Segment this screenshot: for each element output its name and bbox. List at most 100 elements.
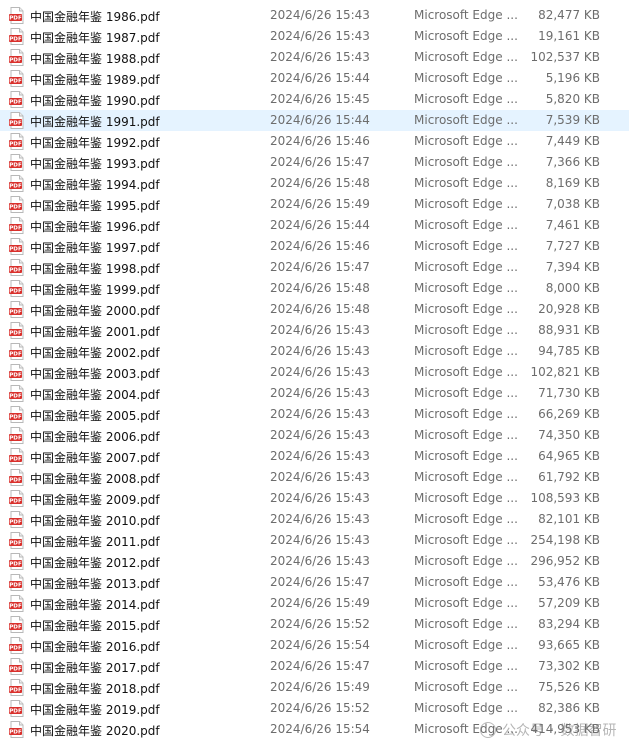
file-row[interactable]: PDF 中国金融年鉴 1987.pdf 2024/6/26 15:43 Microso…: [0, 26, 629, 47]
file-date-modified: 2024/6/26 15:43: [270, 512, 370, 526]
file-size: 20,928 KB: [538, 302, 600, 316]
file-name: 中国金融年鉴 2006.pdf: [30, 430, 160, 444]
file-row[interactable]: PDF 中国金融年鉴 2004.pdf 2024/6/26 15:43 Microso…: [0, 383, 629, 404]
pdf-file-icon: PDF: [9, 133, 25, 150]
svg-text:PDF: PDF: [9, 667, 22, 673]
file-type: Microsoft Edge ...: [414, 281, 518, 295]
pdf-file-icon: PDF: [9, 196, 25, 213]
file-name: 中国金融年鉴 2020.pdf: [30, 724, 160, 738]
file-size: 102,821 KB: [530, 365, 600, 379]
file-name: 中国金融年鉴 1986.pdf: [30, 10, 160, 24]
file-name: 中国金融年鉴 1999.pdf: [30, 283, 160, 297]
file-name: 中国金融年鉴 2015.pdf: [30, 619, 160, 633]
file-date-modified: 2024/6/26 15:46: [270, 134, 370, 148]
file-name: 中国金融年鉴 2018.pdf: [30, 682, 160, 696]
pdf-file-icon: PDF: [9, 112, 25, 129]
file-list: PDF 中国金融年鉴 1986.pdf 2024/6/26 15:43 Microso…: [0, 5, 629, 740]
pdf-file-icon: PDF: [9, 616, 25, 633]
pdf-file-icon: PDF: [9, 49, 25, 66]
svg-text:PDF: PDF: [9, 709, 22, 715]
file-row[interactable]: PDF 中国金融年鉴 2014.pdf 2024/6/26 15:49 Microso…: [0, 593, 629, 614]
file-row[interactable]: PDF 中国金融年鉴 2008.pdf 2024/6/26 15:43 Microso…: [0, 467, 629, 488]
file-type: Microsoft Edge ...: [414, 92, 518, 106]
file-row[interactable]: PDF 中国金融年鉴 1994.pdf 2024/6/26 15:48 Microso…: [0, 173, 629, 194]
file-type: Microsoft Edge ...: [414, 680, 518, 694]
svg-text:PDF: PDF: [9, 79, 22, 85]
file-name: 中国金融年鉴 2017.pdf: [30, 661, 160, 675]
file-date-modified: 2024/6/26 15:43: [270, 344, 370, 358]
file-row[interactable]: PDF 中国金融年鉴 1991.pdf 2024/6/26 15:44 Microso…: [0, 110, 629, 131]
file-row[interactable]: PDF 中国金融年鉴 1988.pdf 2024/6/26 15:43 Microso…: [0, 47, 629, 68]
file-row[interactable]: PDF 中国金融年鉴 2005.pdf 2024/6/26 15:43 Microso…: [0, 404, 629, 425]
file-row[interactable]: PDF 中国金融年鉴 1993.pdf 2024/6/26 15:47 Microso…: [0, 152, 629, 173]
pdf-file-icon: PDF: [9, 448, 25, 465]
file-type: Microsoft Edge ...: [414, 638, 518, 652]
pdf-file-icon: PDF: [9, 427, 25, 444]
file-row[interactable]: PDF 中国金融年鉴 2013.pdf 2024/6/26 15:47 Microso…: [0, 572, 629, 593]
file-name: 中国金融年鉴 1991.pdf: [30, 115, 160, 129]
file-row[interactable]: PDF 中国金融年鉴 2007.pdf 2024/6/26 15:43 Microso…: [0, 446, 629, 467]
file-type: Microsoft Edge ...: [414, 470, 518, 484]
file-name: 中国金融年鉴 1996.pdf: [30, 220, 160, 234]
file-row[interactable]: PDF 中国金融年鉴 2011.pdf 2024/6/26 15:43 Microso…: [0, 530, 629, 551]
file-date-modified: 2024/6/26 15:43: [270, 386, 370, 400]
pdf-file-icon: PDF: [9, 28, 25, 45]
svg-text:PDF: PDF: [9, 415, 22, 421]
file-row[interactable]: PDF 中国金融年鉴 2000.pdf 2024/6/26 15:48 Microso…: [0, 299, 629, 320]
file-name: 中国金融年鉴 1988.pdf: [30, 52, 160, 66]
file-row[interactable]: PDF 中国金融年鉴 2015.pdf 2024/6/26 15:52 Microso…: [0, 614, 629, 635]
svg-text:PDF: PDF: [9, 289, 22, 295]
file-row[interactable]: PDF 中国金融年鉴 2016.pdf 2024/6/26 15:54 Microso…: [0, 635, 629, 656]
file-date-modified: 2024/6/26 15:43: [270, 533, 370, 547]
file-size: 7,394 KB: [545, 260, 600, 274]
file-row[interactable]: PDF 中国金融年鉴 2009.pdf 2024/6/26 15:43 Microso…: [0, 488, 629, 509]
file-row[interactable]: PDF 中国金融年鉴 1996.pdf 2024/6/26 15:44 Microso…: [0, 215, 629, 236]
svg-text:PDF: PDF: [9, 541, 22, 547]
file-type: Microsoft Edge ...: [414, 218, 518, 232]
file-size: 75,526 KB: [538, 680, 600, 694]
file-row[interactable]: PDF 中国金融年鉴 2018.pdf 2024/6/26 15:49 Microso…: [0, 677, 629, 698]
watermark-prefix: 公众号: [502, 723, 544, 739]
file-row[interactable]: PDF 中国金融年鉴 2002.pdf 2024/6/26 15:43 Microso…: [0, 341, 629, 362]
file-row[interactable]: PDF 中国金融年鉴 1986.pdf 2024/6/26 15:43 Microso…: [0, 5, 629, 26]
file-name: 中国金融年鉴 1993.pdf: [30, 157, 160, 171]
file-row[interactable]: PDF 中国金融年鉴 1999.pdf 2024/6/26 15:48 Microso…: [0, 278, 629, 299]
file-row[interactable]: PDF 中国金融年鉴 1989.pdf 2024/6/26 15:44 Microso…: [0, 68, 629, 89]
file-row[interactable]: PDF 中国金融年鉴 1992.pdf 2024/6/26 15:46 Microso…: [0, 131, 629, 152]
pdf-file-icon: PDF: [9, 679, 25, 696]
wechat-logo-icon: [480, 722, 496, 738]
svg-text:PDF: PDF: [9, 730, 22, 736]
pdf-file-icon: PDF: [9, 259, 25, 276]
file-row[interactable]: PDF 中国金融年鉴 1997.pdf 2024/6/26 15:46 Microso…: [0, 236, 629, 257]
file-date-modified: 2024/6/26 15:49: [270, 596, 370, 610]
svg-text:PDF: PDF: [9, 520, 22, 526]
file-date-modified: 2024/6/26 15:44: [270, 71, 370, 85]
file-row[interactable]: PDF 中国金融年鉴 1995.pdf 2024/6/26 15:49 Microso…: [0, 194, 629, 215]
file-date-modified: 2024/6/26 15:46: [270, 239, 370, 253]
file-row[interactable]: PDF 中国金融年鉴 2003.pdf 2024/6/26 15:43 Microso…: [0, 362, 629, 383]
file-name: 中国金融年鉴 1990.pdf: [30, 94, 160, 108]
file-name: 中国金融年鉴 1995.pdf: [30, 199, 160, 213]
file-row[interactable]: PDF 中国金融年鉴 2006.pdf 2024/6/26 15:43 Microso…: [0, 425, 629, 446]
file-size: 19,161 KB: [538, 29, 600, 43]
file-row[interactable]: PDF 中国金融年鉴 2012.pdf 2024/6/26 15:43 Microso…: [0, 551, 629, 572]
file-date-modified: 2024/6/26 15:43: [270, 428, 370, 442]
file-row[interactable]: PDF 中国金融年鉴 1998.pdf 2024/6/26 15:47 Microso…: [0, 257, 629, 278]
file-row[interactable]: PDF 中国金融年鉴 2017.pdf 2024/6/26 15:47 Microso…: [0, 656, 629, 677]
file-row[interactable]: PDF 中国金融年鉴 1990.pdf 2024/6/26 15:45 Microso…: [0, 89, 629, 110]
file-type: Microsoft Edge ...: [414, 386, 518, 400]
file-row[interactable]: PDF 中国金融年鉴 2001.pdf 2024/6/26 15:43 Microso…: [0, 320, 629, 341]
file-size: 7,461 KB: [545, 218, 600, 232]
file-type: Microsoft Edge ...: [414, 407, 518, 421]
svg-text:PDF: PDF: [9, 562, 22, 568]
pdf-file-icon: PDF: [9, 301, 25, 318]
file-name: 中国金融年鉴 2008.pdf: [30, 472, 160, 486]
file-date-modified: 2024/6/26 15:43: [270, 491, 370, 505]
svg-text:PDF: PDF: [9, 499, 22, 505]
pdf-file-icon: PDF: [9, 700, 25, 717]
file-row[interactable]: PDF 中国金融年鉴 2010.pdf 2024/6/26 15:43 Microso…: [0, 509, 629, 530]
pdf-file-icon: PDF: [9, 175, 25, 192]
file-date-modified: 2024/6/26 15:48: [270, 176, 370, 190]
file-row[interactable]: PDF 中国金融年鉴 2019.pdf 2024/6/26 15:52 Microso…: [0, 698, 629, 719]
file-name: 中国金融年鉴 2009.pdf: [30, 493, 160, 507]
